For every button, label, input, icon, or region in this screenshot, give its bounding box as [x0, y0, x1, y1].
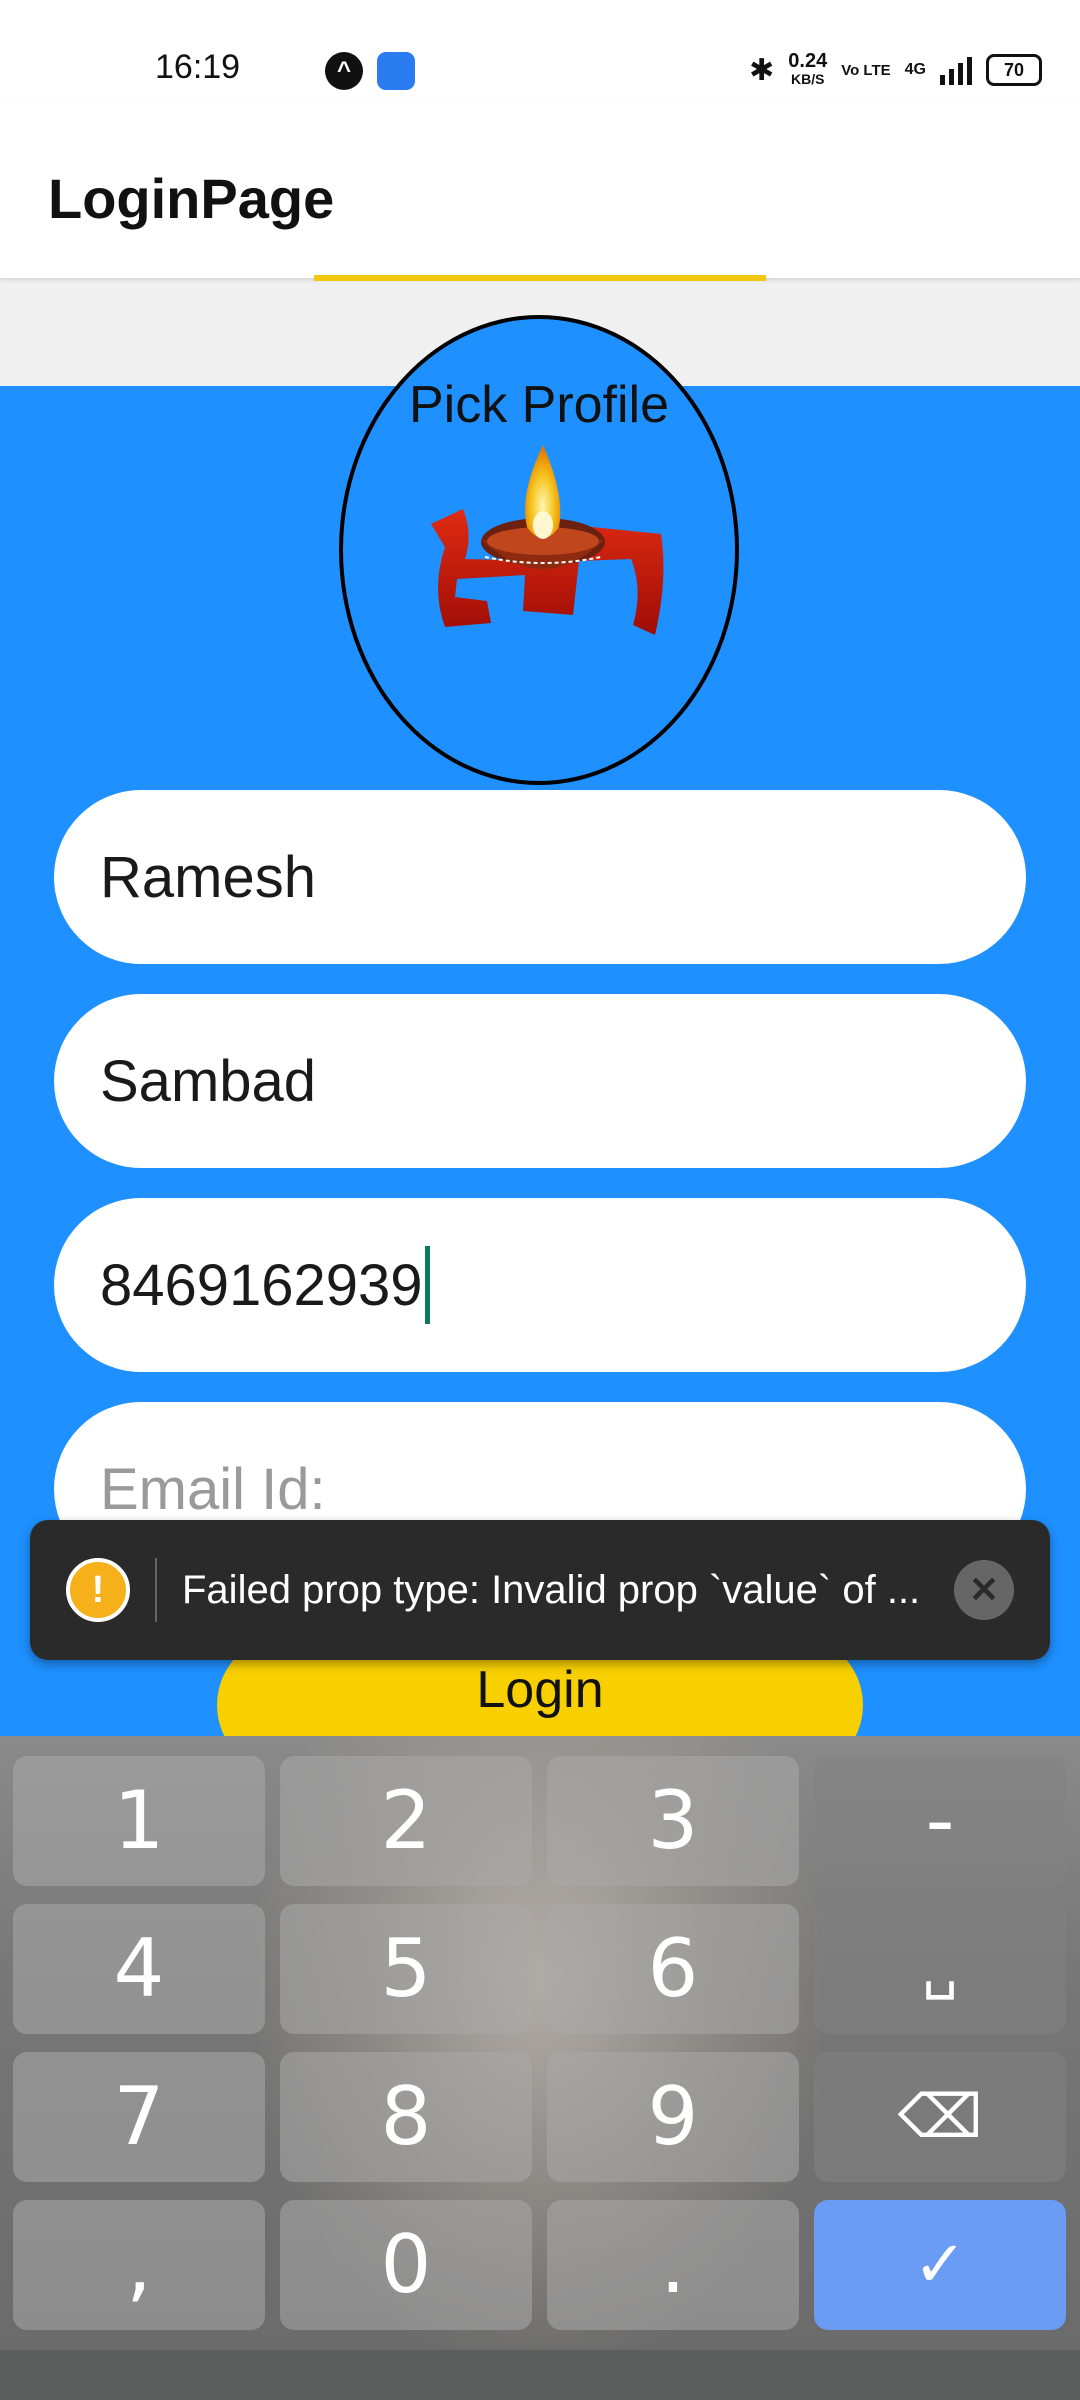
key-8[interactable]: 8 — [280, 2052, 532, 2182]
text-cursor — [424, 1246, 430, 1324]
first-name-value: Ramesh — [100, 844, 316, 910]
profile-picker-button[interactable]: Pick Profile — [339, 315, 739, 785]
profile-picker-label: Pick Profile — [408, 376, 670, 434]
key-minus[interactable]: - — [814, 1756, 1066, 1886]
key-comma[interactable]: , — [13, 2200, 265, 2330]
phone-value: 8469162939 — [100, 1252, 423, 1318]
key-3[interactable]: 3 — [547, 1756, 799, 1886]
toast-divider — [155, 1558, 157, 1622]
battery-icon: 70 — [986, 54, 1042, 86]
key-9[interactable]: 9 — [547, 2052, 799, 2182]
key-5[interactable]: 5 — [280, 1904, 532, 2034]
toast-message: Failed prop type: Invalid prop `value` o… — [182, 1568, 921, 1612]
network-speed: 0.24 KB/S — [788, 50, 828, 88]
key-0[interactable]: 0 — [280, 2200, 532, 2330]
key-4[interactable]: 4 — [13, 1904, 265, 2034]
warning-toast[interactable]: ! Failed prop type: Invalid prop `value`… — [30, 1520, 1050, 1660]
phone-field[interactable]: 8469162939 — [54, 1198, 1026, 1372]
email-placeholder: Email Id: — [100, 1456, 326, 1522]
warning-icon: ! — [66, 1558, 130, 1622]
status-time: 16:19 — [155, 48, 241, 86]
network-speed-value: 0.24 — [788, 50, 828, 72]
network-speed-unit: KB/S — [791, 71, 825, 87]
notification-app-icon: ^ — [325, 52, 363, 90]
navigation-bar — [0, 2350, 1080, 2400]
volte-icon: Vo LTE — [841, 61, 891, 79]
key-2[interactable]: 2 — [280, 1756, 532, 1886]
diya-swastika-image — [431, 445, 664, 635]
space-key-icon[interactable]: ␣ — [814, 1904, 1066, 2034]
network-type: 4G — [904, 61, 926, 78]
backspace-icon[interactable]: ⌫ — [814, 2052, 1066, 2182]
key-7[interactable]: 7 — [13, 2052, 265, 2182]
signal-icon — [940, 55, 972, 85]
last-name-value: Sambad — [100, 1048, 317, 1114]
done-check-icon[interactable]: ✓ — [814, 2200, 1066, 2330]
bluetooth-icon: ✱ — [749, 53, 775, 87]
key-period[interactable]: . — [547, 2200, 799, 2330]
close-icon[interactable]: ✕ — [954, 1560, 1014, 1620]
key-6[interactable]: 6 — [547, 1904, 799, 2034]
login-button-label: Login — [476, 1661, 604, 1719]
page-title: LoginPage — [48, 167, 335, 230]
status-indicators: ✱ 0.24 KB/S Vo LTE 4G 70 — [749, 48, 1042, 92]
numeric-keyboard: 1 2 3 - 4 5 6 ␣ 7 8 9 ⌫ , 0 . ✓ — [0, 1736, 1080, 2350]
last-name-field[interactable]: Sambad — [54, 994, 1026, 1168]
android-notification-icon — [377, 52, 415, 90]
key-1[interactable]: 1 — [13, 1756, 265, 1886]
tab-indicator — [314, 275, 766, 281]
first-name-field[interactable]: Ramesh — [54, 790, 1026, 964]
app-bar: LoginPage — [0, 100, 1080, 278]
